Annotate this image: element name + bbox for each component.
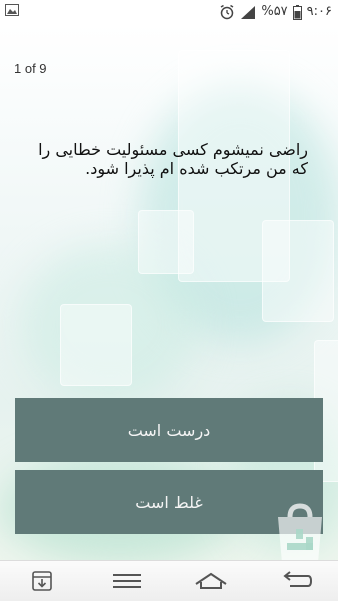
menu-icon xyxy=(112,574,141,588)
clock: ۹:۰۶ xyxy=(306,4,332,19)
true-answer-button[interactable]: درست است xyxy=(15,398,323,462)
question-text: راضی نمیشوم کسی مسئولیت خطایی را که من م… xyxy=(38,140,308,178)
question-counter: 1 of 9 xyxy=(14,61,47,76)
background-square xyxy=(60,304,132,386)
battery-percent: %۵۷ xyxy=(261,4,288,19)
signal-icon xyxy=(241,5,256,19)
back-icon xyxy=(283,571,312,587)
shopping-bag-icon xyxy=(278,503,322,560)
battery-icon xyxy=(292,4,302,20)
menu-button[interactable] xyxy=(97,561,157,601)
status-bar: %۵۷ ۹:۰۶ xyxy=(0,0,338,24)
home-icon xyxy=(195,572,227,589)
background-square xyxy=(138,210,194,274)
background-square xyxy=(262,220,334,322)
download-button[interactable] xyxy=(12,561,72,601)
back-button[interactable] xyxy=(266,561,326,601)
quiz-screen: 1 of 9 راضی نمیشوم کسی مسئولیت خطایی را … xyxy=(0,24,338,560)
alarm-icon xyxy=(220,4,234,20)
gallery-icon xyxy=(5,4,19,16)
download-icon xyxy=(32,571,53,591)
home-button[interactable] xyxy=(181,561,241,601)
navigation-bar xyxy=(0,560,338,601)
